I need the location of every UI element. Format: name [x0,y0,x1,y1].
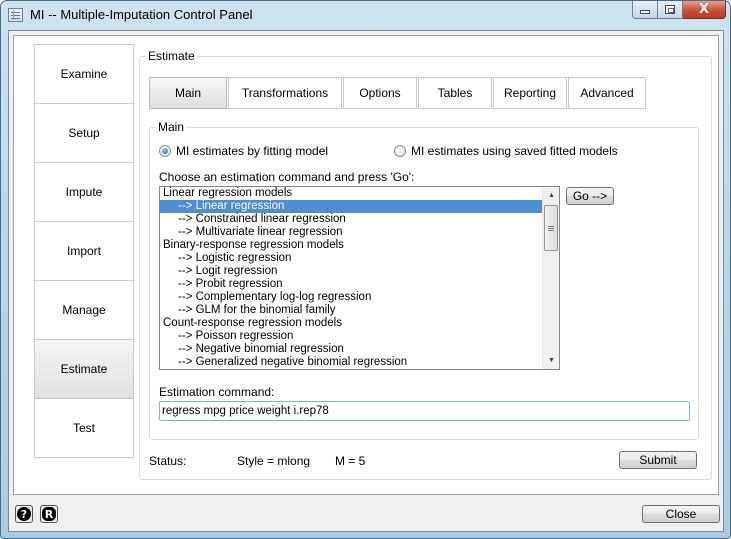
main-group-label: Main [156,120,187,134]
list-item[interactable]: --> Negative binomial regression [160,343,542,356]
choose-command-label: Choose an estimation command and press '… [159,170,415,184]
about-icon: R [42,507,56,521]
sidebar-item-label: Test [72,421,95,435]
list-group-header[interactable]: Linear regression models [160,187,542,200]
sidebar-item-import[interactable]: Import [34,221,134,281]
window-app-icon[interactable] [8,8,23,22]
list-item[interactable]: --> Linear regression [160,200,542,213]
list-items: Linear regression models --> Linear regre… [160,187,542,369]
minimize-button[interactable] [632,1,658,19]
radio-label: MI estimates by fitting model [176,144,329,158]
tab-transformations[interactable]: Transformations [228,77,342,109]
tab-main[interactable]: Main [149,77,227,109]
estimation-command-label: Estimation command: [159,385,275,399]
list-item[interactable]: --> Logistic regression [160,252,542,265]
title-bar[interactable]: MI -- Multiple-Imputation Control Panel … [1,1,730,29]
sidebar-item-label: Estimate [60,362,108,376]
sidebar-item-impute[interactable]: Impute [34,162,134,222]
tab-label: Advanced [580,86,634,100]
estimate-group-label: Estimate [146,49,197,63]
submit-button[interactable]: Submit [619,451,697,469]
sidebar-item-label: Setup [68,126,100,140]
list-group-header[interactable]: Count-response regression models [160,317,542,330]
status-style: Style = mlong [237,454,311,468]
tab-label: Tables [437,86,473,100]
radio-saved-models[interactable]: MI estimates using saved fitted models [394,144,618,158]
window-title: MI -- Multiple-Imputation Control Panel [30,7,253,22]
sidebar-nav: Examine Setup Impute Import Manage Estim… [34,44,134,458]
list-item[interactable]: --> Probit regression [160,278,542,291]
sidebar-item-setup[interactable]: Setup [34,103,134,163]
estimation-command-list[interactable]: Linear regression models --> Linear regre… [159,186,560,370]
maximize-icon [665,5,675,14]
list-item[interactable]: --> Poisson regression [160,330,542,343]
list-item[interactable]: --> Generalized negative binomial regres… [160,356,542,369]
minimize-icon [640,9,650,14]
help-button[interactable]: ? [15,505,33,523]
sidebar-item-label: Import [66,244,101,258]
sidebar-item-estimate[interactable]: Estimate [34,339,134,399]
tab-label: Options [359,86,401,100]
scroll-down-icon[interactable]: ▼ [543,352,559,369]
list-scrollbar[interactable]: ▲ ▼ [542,187,559,369]
tab-label: Main [174,86,201,100]
list-group-header[interactable]: Binary-response regression models [160,239,542,252]
estimation-command-input[interactable] [159,401,690,421]
client-area: Examine Setup Impute Import Manage Estim… [8,30,724,532]
estimate-group: Estimate Main Transformations Options Ta… [139,49,712,480]
sidebar-item-test[interactable]: Test [34,398,134,458]
window-controls: X [632,1,726,19]
status-m: M = 5 [335,454,366,468]
radio-button-checked[interactable] [159,145,171,157]
tab-advanced[interactable]: Advanced [568,77,646,109]
tab-label: Reporting [503,86,557,100]
sidebar-item-label: Impute [65,185,103,199]
sidebar-item-examine[interactable]: Examine [34,44,134,104]
list-item[interactable]: --> GLM for the binomial family [160,304,542,317]
scroll-thumb[interactable] [544,205,558,251]
tab-bar: Main Transformations Options Tables Repo… [149,77,647,109]
list-item[interactable]: --> Constrained linear regression [160,213,542,226]
sidebar-item-label: Examine [60,67,108,81]
tab-tables[interactable]: Tables [418,77,492,109]
tab-reporting[interactable]: Reporting [493,77,567,109]
list-item[interactable]: --> Logit regression [160,265,542,278]
tab-label: Transformations [241,86,329,100]
content-frame: Examine Setup Impute Import Manage Estim… [13,35,719,495]
main-group: Main MI estimates by fitting model MI es… [149,120,699,440]
list-item[interactable]: --> Multivariate linear regression [160,226,542,239]
close-button[interactable]: Close [642,505,720,523]
close-window-button[interactable]: X [683,1,726,19]
grip-icon [548,225,554,231]
sidebar-item-label: Manage [62,303,106,317]
about-button[interactable]: R [40,505,58,523]
tab-options[interactable]: Options [343,77,417,109]
status-label: Status: [149,454,187,468]
radio-label: MI estimates using saved fitted models [411,144,618,158]
radio-fit-model[interactable]: MI estimates by fitting model [159,144,328,158]
radio-button-unchecked[interactable] [394,145,406,157]
close-icon: X [698,2,710,17]
scroll-up-icon[interactable]: ▲ [543,187,559,204]
go-button[interactable]: Go --> [566,187,614,205]
window: MI -- Multiple-Imputation Control Panel … [0,0,731,539]
sidebar-item-manage[interactable]: Manage [34,280,134,340]
list-item[interactable]: --> Complementary log-log regression [160,291,542,304]
help-icon: ? [17,507,31,521]
maximize-button[interactable] [658,1,683,19]
